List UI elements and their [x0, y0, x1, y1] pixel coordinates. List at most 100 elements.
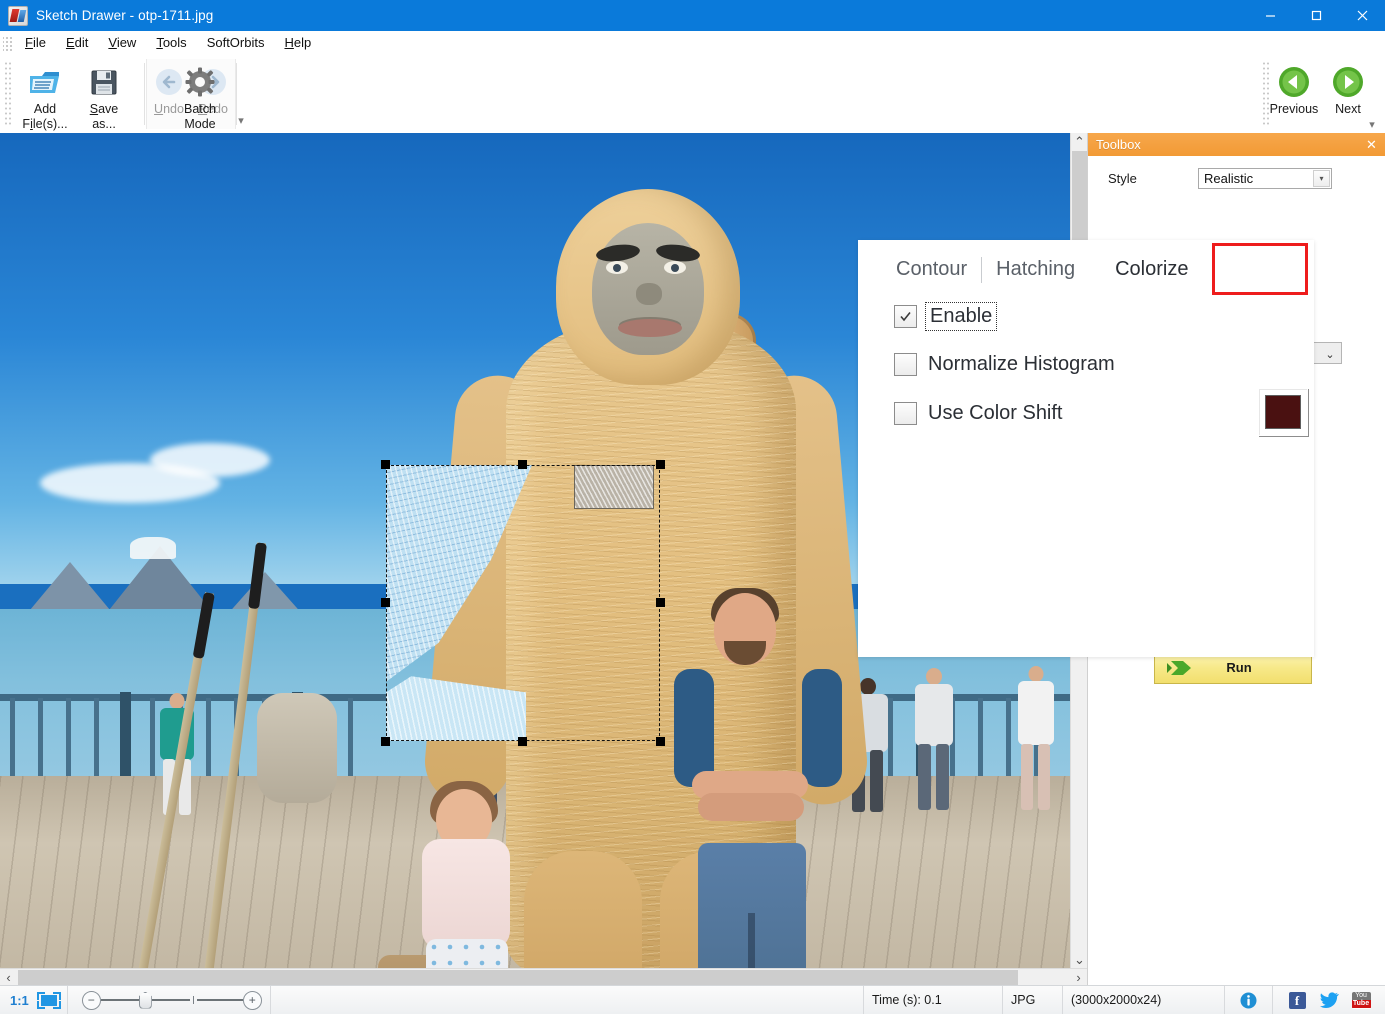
pole-grip	[193, 592, 215, 659]
girl-star-leggings	[426, 939, 508, 968]
image-dimensions-label: (3000x2000x24)	[1063, 986, 1225, 1014]
processing-time-label: Time (s): 0.1	[863, 986, 1003, 1014]
tab-divider	[981, 257, 982, 283]
style-label: Style	[1088, 171, 1198, 186]
scroll-down-button[interactable]: ⌄	[1071, 951, 1088, 968]
toolbar-expand-icon[interactable]: ▾	[234, 113, 248, 127]
title-bar: Sketch Drawer - otp-1711.jpg	[0, 0, 1385, 31]
selection-handle-sw[interactable]	[381, 737, 390, 746]
maximize-button[interactable]	[1293, 0, 1339, 31]
pole-grip	[248, 542, 267, 609]
fit-to-screen-icon[interactable]	[37, 992, 61, 1009]
selection-handle-w[interactable]	[381, 598, 390, 607]
man-subject	[680, 593, 840, 968]
next-label: Next	[1335, 102, 1361, 116]
run-label: Run	[1195, 660, 1311, 675]
person-leg	[1038, 744, 1050, 810]
next-button[interactable]: Next	[1321, 59, 1375, 116]
youtube-icon[interactable]: You Tube	[1350, 989, 1372, 1011]
info-button[interactable]	[1225, 986, 1273, 1014]
ribbon-collapse-icon[interactable]: ▾	[1365, 117, 1379, 131]
previous-button[interactable]: Previous	[1267, 59, 1321, 116]
facebook-icon[interactable]: f	[1286, 989, 1308, 1011]
enable-checkbox[interactable]	[894, 305, 917, 328]
toolbar: Add File(s)...	[0, 55, 1385, 134]
menu-bar: File Edit View Tools SoftOrbits Help	[0, 31, 1385, 56]
canvas-horizontal-scrollbar[interactable]: ‹ ›	[0, 968, 1087, 986]
file-format-label: JPG	[1003, 986, 1063, 1014]
man-jeans	[698, 843, 806, 968]
tab-colorize[interactable]: Colorize	[1103, 254, 1200, 285]
menu-item-softorbits[interactable]: SoftOrbits	[197, 32, 275, 54]
zoom-out-button[interactable]: −	[82, 991, 101, 1010]
enable-checkbox-row[interactable]: Enable	[894, 305, 994, 328]
menu-grip-handle[interactable]	[3, 35, 12, 51]
person-leg	[870, 750, 883, 812]
person-head	[860, 678, 876, 695]
selection-handle-se[interactable]	[656, 737, 665, 746]
normalize-histogram-checkbox-row[interactable]: Normalize Histogram	[894, 353, 1115, 376]
toolbox-close-icon[interactable]: ✕	[1363, 136, 1380, 153]
toolbar-grip-handle[interactable]	[4, 61, 11, 125]
person-head	[926, 668, 942, 685]
toolbar-nav-group: Previous Next	[1267, 59, 1375, 116]
next-circle-icon	[1331, 65, 1365, 102]
color-shift-swatch[interactable]	[1258, 388, 1308, 436]
batch-mode-label-line1: Batch	[184, 102, 216, 117]
add-files-label-line2: File(s)...	[22, 117, 67, 132]
zoom-slider-thumb[interactable]	[139, 992, 152, 1009]
check-icon	[899, 310, 912, 323]
person-head	[1029, 666, 1044, 682]
girl-subject	[398, 781, 538, 968]
normalize-histogram-checkbox[interactable]	[894, 353, 917, 376]
selection-handle-nw[interactable]	[381, 460, 390, 469]
use-color-shift-label: Use Color Shift	[928, 402, 1063, 425]
selection-handle-n[interactable]	[518, 460, 527, 469]
yeti-left-leg	[524, 851, 642, 968]
selection-handle-e[interactable]	[656, 598, 665, 607]
twitter-icon[interactable]	[1318, 989, 1340, 1011]
use-color-shift-checkbox-row[interactable]: Use Color Shift	[894, 402, 1063, 425]
yeti-hand	[257, 693, 337, 803]
cloud	[150, 443, 270, 477]
close-button[interactable]	[1339, 0, 1385, 31]
toolbar-file-group: Add File(s)...	[14, 59, 132, 129]
use-color-shift-checkbox[interactable]	[894, 402, 917, 425]
save-as-label-line1: Save	[90, 102, 119, 117]
menu-item-edit[interactable]: Edit	[56, 32, 98, 54]
selection-handle-s[interactable]	[518, 737, 527, 746]
horizontal-scroll-thumb[interactable]	[18, 970, 1018, 985]
minimize-button[interactable]	[1247, 0, 1293, 31]
background-person	[1018, 666, 1054, 818]
chevron-down-icon[interactable]: ⌄	[1320, 344, 1340, 364]
scroll-up-button[interactable]: ⌃	[1071, 133, 1088, 150]
menu-item-help[interactable]: Help	[274, 32, 321, 54]
zoom-slider-cell: − +	[67, 986, 271, 1014]
chevron-down-icon[interactable]: ▾	[1313, 170, 1330, 187]
style-dropdown[interactable]: Realistic ▾	[1198, 168, 1332, 189]
zoom-in-button[interactable]: +	[243, 991, 262, 1010]
tab-hatching[interactable]: Hatching	[984, 254, 1087, 285]
toolbox-title: Toolbox	[1096, 137, 1141, 152]
green-arrow-icon	[1165, 658, 1195, 678]
social-links: f You Tube	[1273, 986, 1385, 1014]
selection-handle-ne[interactable]	[656, 460, 665, 469]
man-sleeve	[802, 669, 842, 787]
menu-item-file[interactable]: File	[15, 32, 56, 54]
normalize-histogram-label: Normalize Histogram	[928, 353, 1115, 376]
save-as-button[interactable]: Save as...	[76, 59, 132, 133]
scroll-right-button[interactable]: ›	[1070, 969, 1087, 986]
menu-item-tools[interactable]: Tools	[146, 32, 196, 54]
selection-marquee[interactable]	[386, 465, 660, 741]
add-files-button[interactable]: Add File(s)...	[14, 59, 76, 133]
yeti-eye	[664, 261, 686, 274]
scroll-left-button[interactable]: ‹	[0, 969, 17, 986]
man-sleeve	[674, 669, 714, 787]
application-window: Sketch Drawer - otp-1711.jpg File Edit V…	[0, 0, 1385, 1013]
menu-item-view[interactable]: View	[98, 32, 146, 54]
zoom-slider[interactable]: − +	[82, 991, 262, 1010]
selection-border	[386, 465, 660, 741]
tab-contour[interactable]: Contour	[884, 254, 979, 285]
save-as-label-line2: as...	[92, 117, 116, 132]
batch-mode-button[interactable]: Batch Mode	[172, 59, 228, 133]
